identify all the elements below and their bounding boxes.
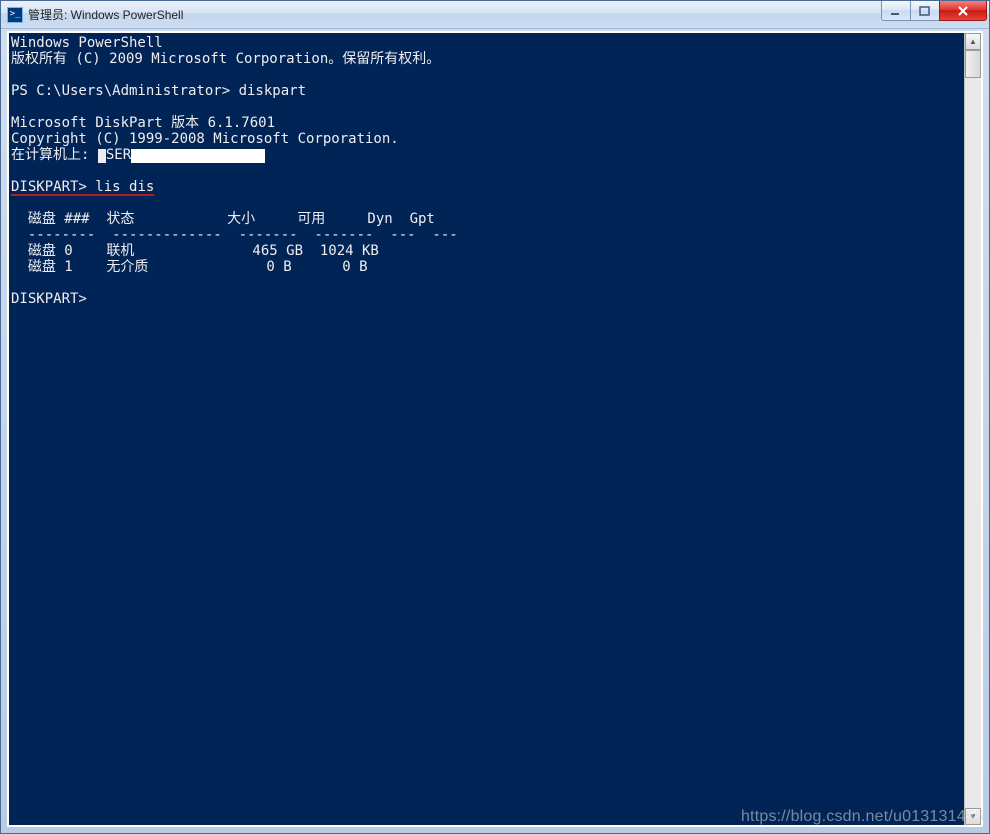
close-icon <box>957 6 969 16</box>
scroll-up-button[interactable]: ▲ <box>965 33 981 50</box>
scroll-down-button[interactable]: ▼ <box>965 808 981 825</box>
scroll-thumb[interactable] <box>965 50 981 78</box>
diskpart-prompt: DISKPART> <box>11 291 87 307</box>
output-line: 在计算机上: <box>11 147 98 163</box>
table-row: 磁盘 0 联机 465 GB 1024 KB <box>11 243 379 259</box>
vertical-scrollbar[interactable]: ▲ ▼ <box>964 33 981 825</box>
console-frame: Windows PowerShell 版权所有 (C) 2009 Microso… <box>7 31 983 827</box>
window-title: 管理员: Windows PowerShell <box>28 6 183 23</box>
output-line: Microsoft DiskPart 版本 6.1.7601 <box>11 115 275 131</box>
table-header: 磁盘 ### 状态 大小 可用 Dyn Gpt <box>11 211 435 227</box>
minimize-icon <box>890 6 902 16</box>
powershell-window: >_ 管理员: Windows PowerShell Windows Power… <box>0 0 990 834</box>
output-line: 版权所有 (C) 2009 Microsoft Corporation。保留所有… <box>11 51 440 67</box>
titlebar[interactable]: >_ 管理员: Windows PowerShell <box>1 1 989 29</box>
console-output[interactable]: Windows PowerShell 版权所有 (C) 2009 Microso… <box>9 33 964 825</box>
output-line: Copyright (C) 1999-2008 Microsoft Corpor… <box>11 131 399 147</box>
output-line: Windows PowerShell <box>11 35 163 51</box>
table-row: 磁盘 1 无介质 0 B 0 B <box>11 259 368 275</box>
prompt-command: lis dis <box>95 179 154 195</box>
table-divider: -------- ------------- ------- ------- -… <box>11 227 458 243</box>
scroll-track[interactable] <box>965 50 981 808</box>
minimize-button[interactable] <box>881 1 911 21</box>
close-button[interactable] <box>939 1 987 21</box>
maximize-button[interactable] <box>910 1 940 21</box>
redacted-block <box>131 149 265 163</box>
diskpart-prompt: DISKPART> lis dis <box>11 179 154 195</box>
cursor-block <box>98 149 106 163</box>
powershell-icon: >_ <box>7 7 23 23</box>
window-controls <box>882 1 987 21</box>
maximize-icon <box>919 6 931 16</box>
prompt-prefix: DISKPART> <box>11 179 95 195</box>
output-line: PS C:\Users\Administrator> diskpart <box>11 83 306 99</box>
powershell-icon-glyph: >_ <box>10 10 21 19</box>
output-text: SER <box>106 147 131 163</box>
